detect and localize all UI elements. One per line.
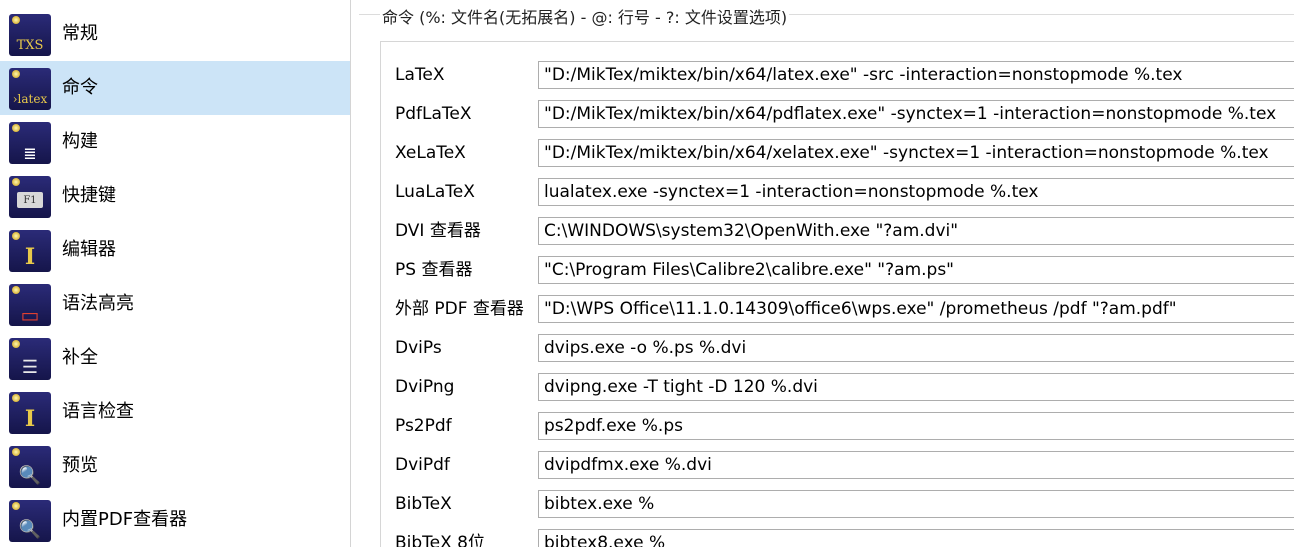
sidebar-item-editor[interactable]: I 编辑器 (0, 223, 350, 277)
label-external-pdf-viewer: 外部 PDF 查看器 (395, 299, 524, 319)
label-latex: LaTeX (395, 65, 445, 85)
sidebar-item-build[interactable]: ≣ 构建 (0, 115, 350, 169)
ps-viewer-command-input[interactable]: "C:\Program Files\Calibre2\calibre.exe" … (538, 256, 1294, 284)
commands-panel: 命令 (%: 文件名(无拓展名) - @: 行号 - ?: 文件设置选项) La… (351, 0, 1294, 547)
sidebar-item-label: 语法高亮 (62, 293, 134, 314)
latex-prompt-icon: ›latex (9, 68, 51, 110)
dvipdf-command-input[interactable]: dvipdfmx.exe %.dvi (538, 451, 1294, 479)
label-ps2pdf: Ps2Pdf (395, 416, 452, 436)
sidebar-item-syntax-highlighting[interactable]: ▭ 语法高亮 (0, 277, 350, 331)
sidebar-item-label: 构建 (62, 131, 98, 152)
keyboard-key-icon: F1 (9, 176, 51, 218)
sidebar-item-language-check[interactable]: I 语言检查 (0, 385, 350, 439)
label-bibtex: BibTeX (395, 494, 452, 514)
label-dvipng: DviPng (395, 377, 455, 397)
bibtex-8bit-command-input[interactable]: bibtex8.exe % (538, 529, 1294, 547)
txs-logo-icon: TXS (9, 14, 51, 56)
sidebar-item-preview[interactable]: 🔍 预览 (0, 439, 350, 493)
preferences-dialog: TXS 常规 ›latex 命令 ≣ 构建 F1 快捷键 I 编辑器 ▭ 语法高… (0, 0, 1294, 547)
label-bibtex-8bit: BibTeX 8位 (395, 533, 485, 547)
pdf-viewer-magnifier-icon: 🔍 (9, 500, 51, 542)
sidebar-item-label: 预览 (62, 455, 98, 476)
dvips-command-input[interactable]: dvips.exe -o %.ps %.dvi (538, 334, 1294, 362)
sidebar-item-label: 语言检查 (62, 401, 134, 422)
sidebar-item-label: 快捷键 (62, 185, 116, 206)
sidebar-item-label: 常规 (62, 23, 98, 44)
sidebar-item-completion[interactable]: ☰ 补全 (0, 331, 350, 385)
sidebar-item-label: 补全 (62, 347, 98, 368)
xelatex-command-input[interactable]: "D:/MikTex/miktex/bin/x64/xelatex.exe" -… (538, 139, 1294, 167)
config-sidebar: TXS 常规 ›latex 命令 ≣ 构建 F1 快捷键 I 编辑器 ▭ 语法高… (0, 0, 351, 547)
label-pdflatex: PdfLaTeX (395, 104, 472, 124)
completion-list-icon: ☰ (9, 338, 51, 380)
sidebar-item-general[interactable]: TXS 常规 (0, 7, 350, 61)
text-cursor-icon: I (9, 230, 51, 272)
dvipng-command-input[interactable]: dvipng.exe -T tight -D 120 %.dvi (538, 373, 1294, 401)
latex-command-input[interactable]: "D:/MikTex/miktex/bin/x64/latex.exe" -sr… (538, 61, 1294, 89)
label-ps-viewer: PS 查看器 (395, 260, 473, 280)
language-check-icon: I (9, 392, 51, 434)
highlight-box-icon: ▭ (9, 284, 51, 326)
sidebar-item-commands[interactable]: ›latex 命令 (0, 61, 350, 115)
preview-magnifier-icon: 🔍 (9, 446, 51, 488)
build-document-icon: ≣ (9, 122, 51, 164)
bibtex-command-input[interactable]: bibtex.exe % (538, 490, 1294, 518)
sidebar-item-label: 内置PDF查看器 (62, 509, 188, 530)
dvi-viewer-command-input[interactable]: C:\WINDOWS\system32\OpenWith.exe "?am.dv… (538, 217, 1294, 245)
sidebar-item-internal-pdf-viewer[interactable]: 🔍 内置PDF查看器 (0, 493, 350, 547)
commands-group-title: 命令 (%: 文件名(无拓展名) - @: 行号 - ?: 文件设置选项) (380, 4, 790, 28)
sidebar-item-label: 编辑器 (62, 239, 116, 260)
pdflatex-command-input[interactable]: "D:/MikTex/miktex/bin/x64/pdflatex.exe" … (538, 100, 1294, 128)
label-dvi-viewer: DVI 查看器 (395, 221, 481, 241)
sidebar-item-label: 命令 (62, 77, 98, 98)
label-dvips: DviPs (395, 338, 442, 358)
sidebar-item-shortcuts[interactable]: F1 快捷键 (0, 169, 350, 223)
ps2pdf-command-input[interactable]: ps2pdf.exe %.ps (538, 412, 1294, 440)
external-pdf-viewer-command-input[interactable]: "D:\WPS Office\11.1.0.14309\office6\wps.… (538, 295, 1294, 323)
label-xelatex: XeLaTeX (395, 143, 466, 163)
lualatex-command-input[interactable]: lualatex.exe -synctex=1 -interaction=non… (538, 178, 1294, 206)
label-dvipdf: DviPdf (395, 455, 450, 475)
label-lualatex: LuaLaTeX (395, 182, 475, 202)
